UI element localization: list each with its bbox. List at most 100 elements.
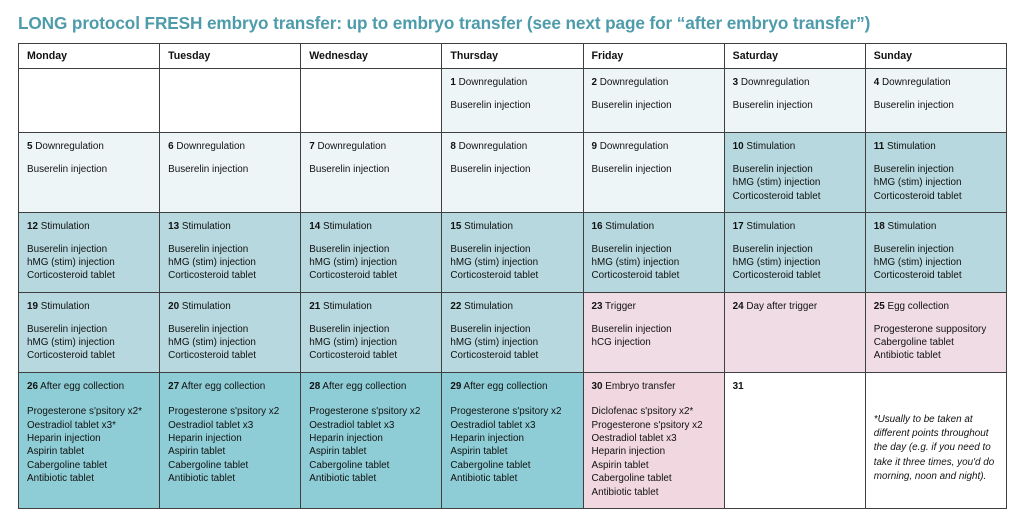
- medication-item: Heparin injection: [168, 432, 242, 444]
- page-title: LONG protocol FRESH embryo transfer: up …: [18, 13, 871, 33]
- day-cell-empty[interactable]: [300, 67, 443, 133]
- medication-item: Oestradiol tablet x3: [591, 432, 677, 444]
- column-header-friday: Friday: [582, 42, 725, 69]
- medication-item: hMG (stim) injection: [450, 337, 539, 349]
- day-phase-label: Stimulation: [37, 300, 90, 312]
- day-cell-12[interactable]: 12 Stimulation Buserelin injection hMG (st…: [17, 211, 161, 293]
- medication-item: hMG (stim) injection: [309, 257, 398, 269]
- day-cell-empty[interactable]: [159, 67, 302, 133]
- medication-list: Buserelin injection hMG (stim) injection C…: [450, 323, 576, 363]
- day-header: 12 Stimulation: [27, 221, 153, 233]
- medication-list: Buserelin injection: [592, 99, 718, 112]
- medication-item: Buserelin injection: [732, 244, 813, 256]
- day-header: 27 After egg collection: [168, 381, 294, 393]
- column-header-monday: Monday: [17, 42, 161, 69]
- medication-list: Buserelin injection: [309, 163, 435, 176]
- day-header: 9 Downregulation: [592, 141, 718, 153]
- medication-item: Buserelin injection: [873, 100, 954, 112]
- day-header: 7 Downregulation: [309, 141, 435, 153]
- medication-item: Buserelin injection: [27, 324, 108, 336]
- medication-item: Aspirin tablet: [591, 459, 649, 471]
- medication-item: Corticosteroid tablet: [309, 270, 398, 282]
- medication-item: hMG (stim) injection: [309, 337, 398, 349]
- day-cell-24[interactable]: 24 Day after trigger: [723, 291, 866, 373]
- medication-list: Buserelin injection: [450, 163, 576, 176]
- medication-item: Buserelin injection: [168, 324, 249, 336]
- day-cell-27[interactable]: 27 After egg collection Progesterone s'ps…: [159, 371, 302, 510]
- day-header: 20 Stimulation: [168, 301, 294, 313]
- medication-item: Buserelin injection: [732, 164, 813, 176]
- day-cell-23[interactable]: 23 Trigger Buserelin injection hCG injecti…: [582, 291, 725, 373]
- day-cell-6[interactable]: 6 Downregulation Buserelin injection: [159, 131, 302, 213]
- day-cell-9[interactable]: 9 Downregulation Buserelin injection: [582, 131, 725, 213]
- medication-item: Antibiotic tablet: [450, 473, 518, 485]
- day-phase-label: Day after trigger: [743, 300, 818, 312]
- asterisk-footnote-text: *Usually to be taken at different points…: [873, 413, 995, 483]
- day-header: 30 Embryo transfer: [592, 381, 718, 393]
- day-cell-22[interactable]: 22 Stimulation Buserelin injection hMG (st…: [441, 291, 584, 373]
- medication-item: Progesterone s'psitory x2: [450, 406, 562, 418]
- day-phase-label: Egg collection: [884, 300, 949, 312]
- day-phase-label: Stimulation: [461, 220, 513, 232]
- day-cell-7[interactable]: 7 Downregulation Buserelin injection: [300, 131, 443, 213]
- column-header-saturday: Saturday: [723, 42, 866, 69]
- column-header-tuesday: Tuesday: [159, 42, 302, 69]
- day-cell-empty[interactable]: [17, 67, 161, 133]
- day-cell-17[interactable]: 17 Stimulation Buserelin injection hMG (st…: [723, 211, 866, 293]
- day-cell-21[interactable]: 21 Stimulation Buserelin injection hMG (st…: [300, 291, 443, 373]
- day-cell-19[interactable]: 19 Stimulation Buserelin injection hMG (st…: [17, 291, 161, 373]
- day-header: 11 Stimulation: [874, 141, 1000, 153]
- day-number: 24: [732, 300, 744, 312]
- medication-list: Buserelin injection hMG (stim) injection C…: [309, 323, 435, 363]
- day-cell-30[interactable]: 30 Embryo transfer Diclofenac s'psitory x…: [582, 371, 725, 510]
- medication-item: Buserelin injection: [27, 244, 108, 256]
- day-cell-16[interactable]: 16 Stimulation Buserelin injection hMG (st…: [582, 211, 725, 293]
- medication-list: Progesterone suppository Cabergoline tabl…: [874, 323, 1000, 363]
- day-cell-18[interactable]: 18 Stimulation Buserelin injection hMG (st…: [864, 211, 1007, 293]
- medication-item: Corticosteroid tablet: [450, 350, 539, 362]
- medication-item: Corticosteroid tablet: [168, 350, 256, 362]
- day-header: 23 Trigger: [592, 301, 718, 313]
- day-cell-8[interactable]: 8 Downregulation Buserelin injection: [441, 131, 584, 213]
- day-phase-label: Stimulation: [884, 220, 937, 232]
- medication-list: Buserelin injection: [733, 99, 859, 112]
- day-cell-5[interactable]: 5 Downregulation Buserelin injection: [17, 131, 161, 213]
- day-cell-20[interactable]: 20 Stimulation Buserelin injection hMG (st…: [159, 291, 302, 373]
- day-header: 28 After egg collection: [309, 381, 435, 393]
- calendar-week-row: 1 Downregulation Buserelin injection 2 Dow…: [17, 67, 1007, 133]
- day-cell-26[interactable]: 26 After egg collection Progesterone s'ps…: [17, 371, 161, 510]
- day-cell-10[interactable]: 10 Stimulation Buserelin injection hMG (st…: [723, 131, 866, 213]
- medication-item: Progesterone s'psitory x2: [309, 406, 421, 418]
- medication-item: hMG (stim) injection: [168, 337, 256, 349]
- medication-item: Corticosteroid tablet: [732, 270, 821, 282]
- day-cell-13[interactable]: 13 Stimulation Buserelin injection hMG (st…: [159, 211, 302, 293]
- day-phase-label: Downregulation: [455, 76, 528, 88]
- calendar-container: Monday Tuesday Wednesday Thursday Friday…: [0, 42, 1024, 510]
- medication-item: Buserelin injection: [591, 244, 672, 256]
- medication-list: Buserelin injection hMG (stim) injection C…: [450, 243, 576, 283]
- day-cell-15[interactable]: 15 Stimulation Buserelin injection hMG (st…: [441, 211, 584, 293]
- column-header-thursday: Thursday: [441, 42, 584, 69]
- day-number: 29: [450, 380, 462, 392]
- day-number: 15: [450, 220, 462, 232]
- day-cell-1[interactable]: 1 Downregulation Buserelin injection: [441, 67, 584, 133]
- day-phase-label: Stimulation: [179, 300, 231, 312]
- medication-item: Cabergoline tablet: [450, 459, 531, 471]
- day-cell-2[interactable]: 2 Downregulation Buserelin injection: [582, 67, 725, 133]
- day-cell-25[interactable]: 25 Egg collection Progesterone suppositor…: [864, 291, 1007, 373]
- day-cell-29[interactable]: 29 After egg collection Progesterone s'ps…: [441, 371, 584, 510]
- medication-item: Corticosteroid tablet: [27, 270, 115, 282]
- day-phase-label: Downregulation: [597, 76, 669, 88]
- day-number: 25: [873, 300, 885, 312]
- day-cell-4[interactable]: 4 Downregulation Buserelin injection: [864, 67, 1007, 133]
- day-cell-31[interactable]: 31: [723, 371, 866, 510]
- day-number: 18: [873, 220, 885, 232]
- medication-item: Buserelin injection: [591, 100, 672, 112]
- day-cell-14[interactable]: 14 Stimulation Buserelin injection hMG (st…: [300, 211, 443, 293]
- day-cell-28[interactable]: 28 After egg collection Progesterone s'ps…: [300, 371, 443, 510]
- day-phase-label: After egg collection: [320, 380, 407, 392]
- medication-item: Progesterone suppository: [873, 324, 987, 336]
- day-cell-11[interactable]: 11 Stimulation Buserelin injection hMG (st…: [864, 131, 1007, 213]
- day-cell-3[interactable]: 3 Downregulation Buserelin injection: [723, 67, 866, 133]
- medication-item: Corticosteroid tablet: [591, 270, 680, 282]
